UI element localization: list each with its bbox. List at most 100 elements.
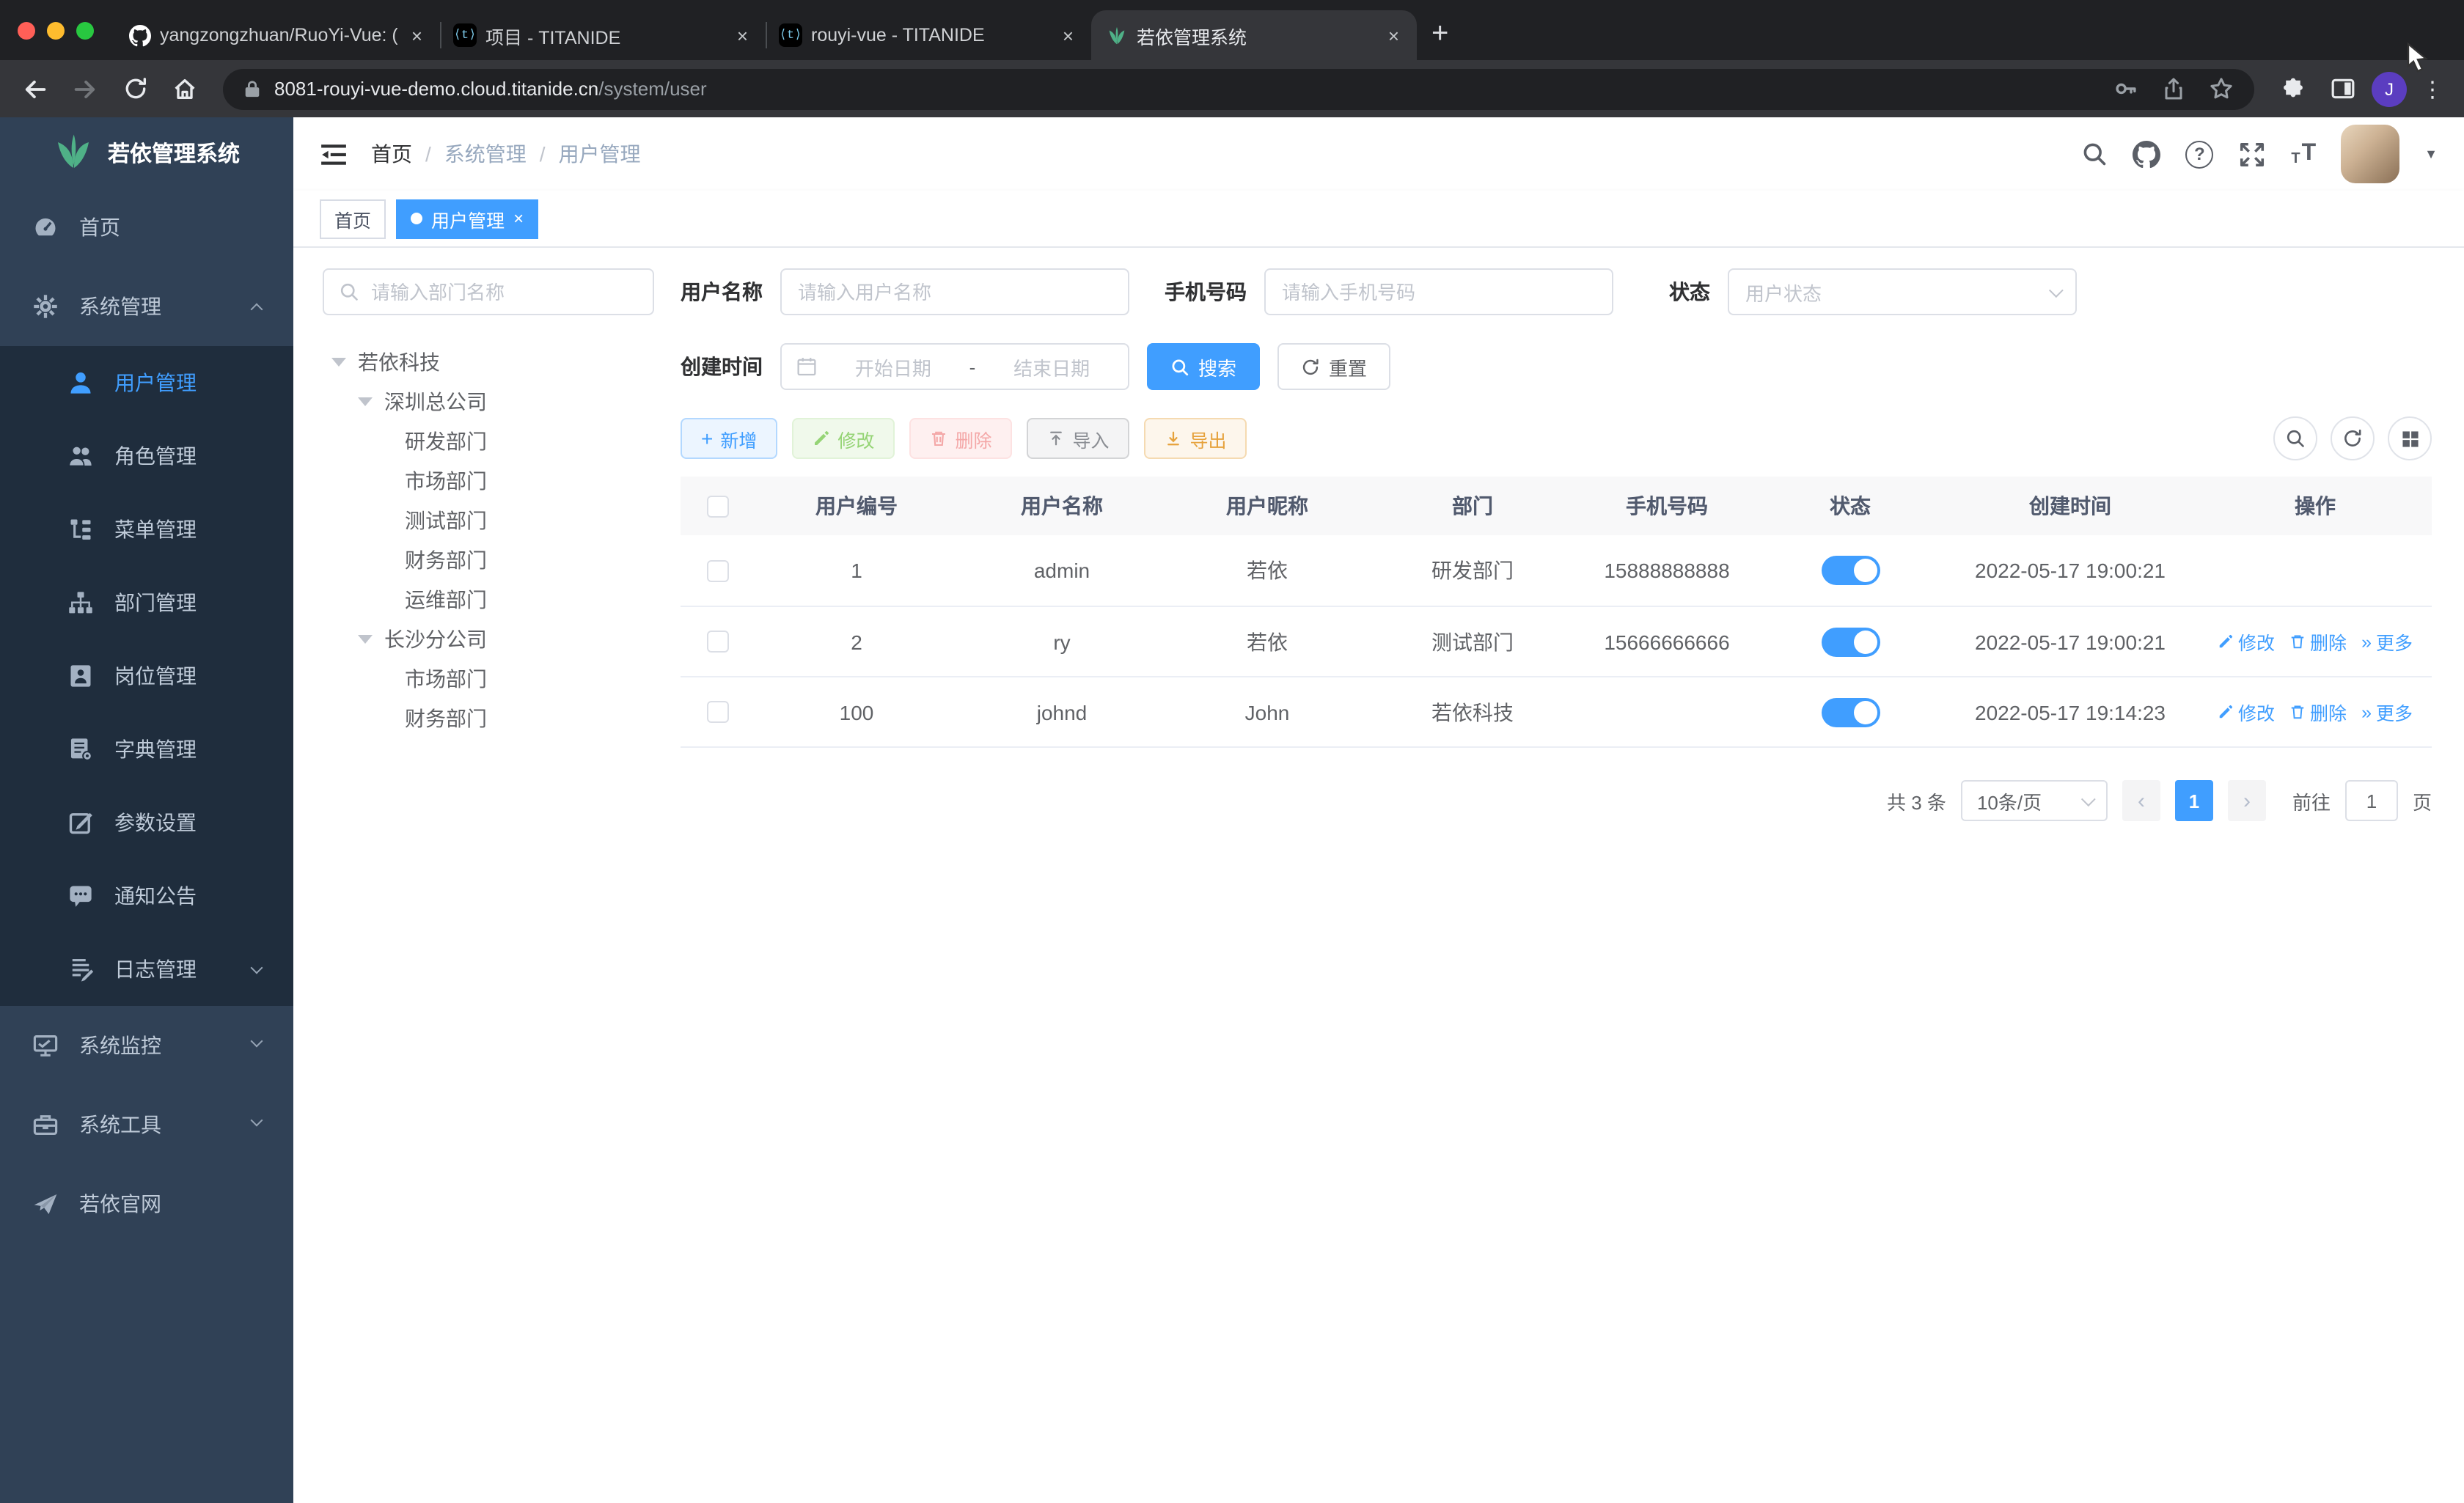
- tree-node-company[interactable]: 若依科技: [323, 342, 654, 381]
- row-checkbox[interactable]: [706, 701, 728, 723]
- home-icon[interactable]: [164, 68, 205, 109]
- close-tab-icon[interactable]: ×: [733, 24, 752, 46]
- sidebar-item-menu-mgmt[interactable]: 菜单管理: [0, 493, 293, 566]
- sidebar-item-user-mgmt[interactable]: 用户管理: [0, 346, 293, 419]
- share-icon[interactable]: [2162, 76, 2185, 101]
- sidebar-item-log-mgmt[interactable]: 日志管理: [0, 933, 293, 1006]
- select-all-checkbox[interactable]: [706, 495, 728, 517]
- close-tag-icon[interactable]: ×: [513, 208, 524, 229]
- tag-user-mgmt[interactable]: 用户管理 ×: [396, 199, 539, 238]
- sidebar-item-label: 角色管理: [114, 444, 197, 468]
- help-question-icon[interactable]: ?: [2185, 140, 2214, 168]
- tree-node-ops-dept[interactable]: 运维部门: [323, 579, 654, 619]
- add-button[interactable]: + 新增: [681, 418, 778, 459]
- sidebar-item-role-mgmt[interactable]: 角色管理: [0, 419, 293, 493]
- username-input[interactable]: [798, 281, 1112, 303]
- search-button[interactable]: 搜索: [1147, 343, 1261, 390]
- tree-node-test-dept[interactable]: 测试部门: [323, 500, 654, 540]
- sidebar-collapse-icon[interactable]: [320, 142, 348, 166]
- sidebar-item-notice[interactable]: 通知公告: [0, 859, 293, 933]
- date-range-picker[interactable]: 开始日期 - 结束日期: [780, 343, 1129, 390]
- sidebar-item-param-settings[interactable]: 参数设置: [0, 786, 293, 859]
- avatar-caret-down-icon[interactable]: ▼: [2424, 147, 2438, 161]
- toggle-search-button[interactable]: [2273, 416, 2317, 460]
- forward-icon[interactable]: [65, 68, 106, 109]
- bookmark-star-icon[interactable]: [2209, 76, 2234, 101]
- url-bar[interactable]: 8081-rouyi-vue-demo.cloud.titanide.cn/sy…: [223, 68, 2254, 109]
- refresh-table-button[interactable]: [2331, 416, 2375, 460]
- dept-search-input[interactable]: [371, 281, 638, 303]
- sidebar-item-home[interactable]: 首页: [0, 188, 293, 267]
- edit-button[interactable]: 修改: [792, 418, 895, 459]
- import-button[interactable]: 导入: [1027, 418, 1130, 459]
- tree-node-finance-dept-2[interactable]: 财务部门: [323, 698, 654, 738]
- passwords-key-icon[interactable]: [2113, 76, 2138, 101]
- user-avatar[interactable]: [2341, 125, 2400, 183]
- row-checkbox[interactable]: [706, 631, 728, 653]
- tab-titanide-project[interactable]: ⟨t⟩ 项目 - TITANIDE ×: [440, 10, 766, 60]
- column-settings-button[interactable]: [2388, 416, 2432, 460]
- next-page-button[interactable]: ›: [2227, 780, 2266, 821]
- fullscreen-icon[interactable]: [2238, 140, 2266, 168]
- status-toggle[interactable]: [1821, 556, 1880, 585]
- row-delete-link[interactable]: 删除: [2289, 698, 2347, 726]
- tree-caret-icon[interactable]: [331, 357, 346, 366]
- breadcrumb-home[interactable]: 首页: [371, 139, 412, 169]
- close-tab-icon[interactable]: ×: [1384, 24, 1404, 46]
- export-button[interactable]: 导出: [1144, 418, 1247, 459]
- sidebar-item-system-monitor[interactable]: 系统监控: [0, 1006, 293, 1085]
- row-delete-link[interactable]: 删除: [2289, 628, 2347, 655]
- sidebar-item-system-tools[interactable]: 系统工具: [0, 1085, 293, 1164]
- zoom-window-button[interactable]: [76, 21, 94, 39]
- tree-node-changsha[interactable]: 长沙分公司: [323, 619, 654, 658]
- row-checkbox[interactable]: [706, 559, 728, 581]
- phone-input[interactable]: [1282, 281, 1596, 303]
- status-toggle[interactable]: [1821, 697, 1880, 727]
- new-tab-button[interactable]: +: [1417, 18, 1466, 60]
- col-header-nickname: 用户昵称: [1226, 494, 1308, 518]
- sidebar-item-post-mgmt[interactable]: 岗位管理: [0, 639, 293, 713]
- page-1-button[interactable]: 1: [2174, 780, 2213, 821]
- tab-github[interactable]: yangzongzhuan/RuoYi-Vue: (Ru ×: [114, 10, 440, 60]
- row-more-link[interactable]: » 更多: [2361, 628, 2413, 655]
- sidebar-item-system-mgmt[interactable]: 系统管理: [0, 267, 293, 346]
- sidebar-item-official-site[interactable]: 若依官网: [0, 1164, 293, 1243]
- reset-button[interactable]: 重置: [1277, 343, 1391, 390]
- tree-node-shenzhen[interactable]: 深圳总公司: [323, 381, 654, 421]
- delete-button[interactable]: 删除: [909, 418, 1013, 459]
- minimize-window-button[interactable]: [47, 21, 65, 39]
- side-panel-icon[interactable]: [2322, 68, 2363, 109]
- tree-caret-icon[interactable]: [358, 634, 373, 643]
- lock-icon: [243, 79, 261, 98]
- goto-page-input[interactable]: [2344, 780, 2398, 821]
- status-select[interactable]: 用户状态: [1728, 268, 2077, 315]
- back-icon[interactable]: [15, 68, 56, 109]
- prev-page-button[interactable]: ‹: [2122, 780, 2160, 821]
- goto-label: 前往: [2292, 791, 2331, 813]
- tree-caret-icon[interactable]: [358, 397, 373, 405]
- tree-node-marketing-dept[interactable]: 市场部门: [323, 460, 654, 500]
- tab-ruoyi-active[interactable]: 若依管理系统 ×: [1091, 10, 1417, 60]
- row-edit-link[interactable]: 修改: [2218, 628, 2275, 655]
- close-window-button[interactable]: [18, 21, 35, 39]
- tab-titanide-rouyi[interactable]: ⟨t⟩ rouyi-vue - TITANIDE ×: [766, 10, 1091, 60]
- header-search-icon[interactable]: [2081, 141, 2108, 167]
- tree-node-marketing-dept-2[interactable]: 市场部门: [323, 658, 654, 698]
- tree-node-finance-dept[interactable]: 财务部门: [323, 540, 654, 579]
- extensions-puzzle-icon[interactable]: [2272, 68, 2313, 109]
- browser-menu-kebab-icon[interactable]: ⋮: [2416, 76, 2449, 102]
- status-toggle[interactable]: [1821, 627, 1880, 656]
- font-size-icon[interactable]: TT: [2291, 141, 2316, 167]
- sidebar-item-dept-mgmt[interactable]: 部门管理: [0, 566, 293, 639]
- row-edit-link[interactable]: 修改: [2218, 698, 2275, 726]
- reload-icon[interactable]: [114, 68, 155, 109]
- tag-home[interactable]: 首页: [320, 199, 386, 238]
- browser-profile-avatar[interactable]: J: [2372, 71, 2407, 106]
- close-tab-icon[interactable]: ×: [1058, 24, 1078, 46]
- sidebar-item-dict-mgmt[interactable]: 字典管理: [0, 713, 293, 786]
- github-icon[interactable]: [2133, 140, 2161, 168]
- close-tab-icon[interactable]: ×: [407, 24, 427, 46]
- row-more-link[interactable]: » 更多: [2361, 698, 2413, 726]
- tree-node-rnd-dept[interactable]: 研发部门: [323, 421, 654, 460]
- page-size-select[interactable]: 10条/页: [1960, 780, 2108, 821]
